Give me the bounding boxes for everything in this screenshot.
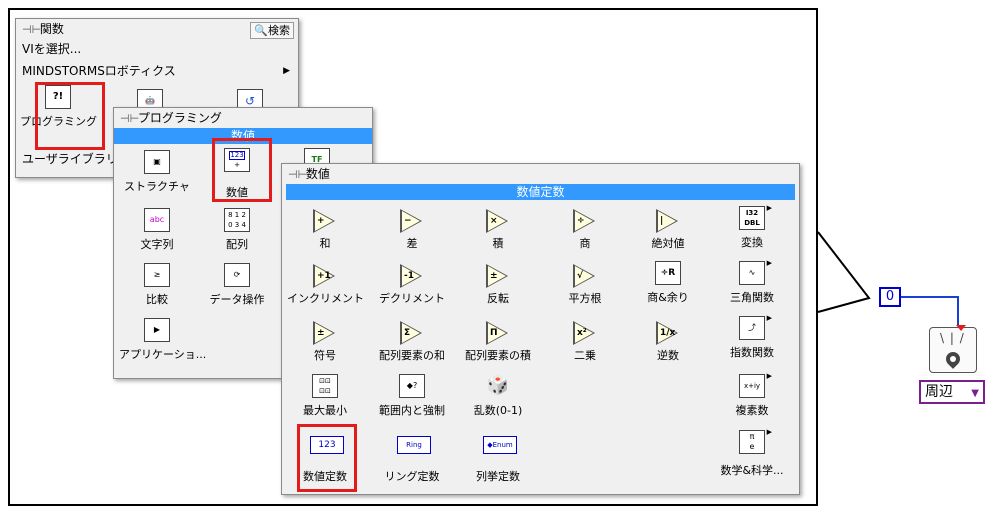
tile-decrement[interactable]: -1 デクリメント — [374, 264, 450, 306]
tile-data-manipulation[interactable]: ⟳ データ操作 — [199, 263, 275, 307]
square-icon: x² — [573, 321, 597, 345]
tile-application-control[interactable]: ▶ アプリケーショ... — [119, 318, 206, 362]
decrement-icon: -1 — [400, 264, 424, 288]
numeric-constant-node[interactable]: 0 — [879, 287, 901, 307]
ambient-light-sensor-block[interactable]: \ | / — [929, 327, 977, 373]
application-control-icon: ▶ — [142, 318, 172, 344]
tile-trigonometric[interactable]: ∿ ▶ 三角関数 — [714, 260, 790, 305]
tile-quotient-remainder[interactable]: ÷R 商&余り — [630, 261, 706, 305]
data-manipulation-icon: ⟳ — [222, 263, 252, 289]
tile-complex[interactable]: x+iy ▶ 複素数 — [714, 373, 790, 418]
array-icon: 8 1 20 3 4 — [222, 208, 252, 234]
quotient-remainder-icon: ÷R — [653, 261, 683, 287]
negate-icon: ± — [486, 264, 510, 288]
reciprocal-icon: 1/x — [656, 321, 680, 345]
exponential-icon: ⤴ ▶ — [737, 315, 772, 342]
mode-selector-dropdown[interactable]: 周辺 ▼ — [919, 380, 985, 404]
enum-constant-icon: ◆Enum — [483, 436, 517, 462]
max-min-icon: ⊡⊡ ⊡⊡ — [310, 374, 340, 400]
menu-item-mindstorms[interactable]: MINDSTORMSロボティクス ▶ — [16, 61, 298, 81]
sign-icon: ± — [313, 321, 337, 345]
ring-constant-icon: Ring — [397, 436, 431, 462]
selection-numeric — [212, 138, 272, 202]
tile-exponential[interactable]: ⤴ ▶ 指数関数 — [714, 315, 790, 360]
increment-icon: +1 — [313, 264, 337, 288]
search-button[interactable]: 🔍検索 — [250, 22, 294, 39]
tile-max-min[interactable]: ⊡⊡ ⊡⊡ 最大最小 — [287, 374, 363, 418]
tile-array[interactable]: 8 1 20 3 4 配列 — [199, 208, 275, 252]
tile-multiply[interactable]: × 積 — [460, 209, 536, 251]
tile-increment[interactable]: +1 インクリメント — [287, 264, 364, 306]
absolute-value-icon: | — [656, 209, 680, 233]
selection-numeric-constant — [297, 424, 357, 492]
tile-divide[interactable]: ÷ 商 — [547, 209, 623, 251]
tile-random-number[interactable]: 🎲 乱数(0-1) — [460, 374, 536, 418]
tile-math-science-constants[interactable]: π e ▶ 数学&科学... — [714, 429, 790, 478]
palette-header-numeric-constant: 数値定数 — [286, 184, 795, 200]
programming-palette-title[interactable]: ⊣⊢ プログラミング — [114, 108, 372, 128]
submenu-arrow-icon: ▶ — [283, 66, 290, 76]
tile-sign[interactable]: ± 符号 — [287, 321, 363, 363]
in-range-and-coerce-icon: ◆? — [397, 374, 427, 400]
tile-string[interactable]: abc 文字列 — [119, 208, 195, 252]
tile-square[interactable]: x² 二乗 — [547, 321, 623, 363]
tile-subtract[interactable]: − 差 — [374, 209, 450, 251]
chevron-down-icon: ▼ — [971, 388, 979, 399]
divide-icon: ÷ — [573, 209, 597, 233]
tile-reciprocal[interactable]: 1/x 逆数 — [630, 321, 706, 363]
input-terminal-icon — [956, 325, 966, 331]
structures-icon: ▣ — [142, 150, 172, 176]
pin-icon[interactable]: ⊣⊢ — [288, 165, 307, 185]
dice-icon: 🎲 — [486, 375, 510, 396]
tile-multiply-array-elements[interactable]: Π 配列要素の積 — [460, 321, 536, 363]
selection-programming — [35, 82, 105, 150]
tile-add[interactable]: + 和 — [287, 209, 363, 251]
pin-icon[interactable]: ⊣⊢ — [22, 20, 41, 40]
conversion-icon: I32 DBL ▶ — [737, 205, 772, 232]
tile-conversion[interactable]: I32 DBL ▶ 変換 — [714, 205, 790, 250]
complex-icon: x+iy ▶ — [737, 373, 772, 400]
numeric-palette-title[interactable]: ⊣⊢ 数値 — [282, 164, 799, 184]
multiply-icon: × — [486, 209, 510, 233]
tile-user-library[interactable]: ユーザライブラリ — [16, 149, 118, 169]
tile-add-array-elements[interactable]: Σ 配列要素の和 — [374, 321, 450, 363]
multiply-array-elements-icon: Π — [486, 321, 510, 345]
tile-structures[interactable]: ▣ ストラクチャ — [119, 150, 195, 194]
comparison-icon: ≥ — [142, 263, 172, 289]
menu-item-select-vi[interactable]: VIを選択... — [16, 39, 298, 59]
subtract-icon: − — [400, 209, 424, 233]
pin-icon[interactable]: ⊣⊢ — [120, 109, 139, 129]
tile-absolute-value[interactable]: | 絶対値 — [630, 209, 706, 251]
math-constants-icon: π e ▶ — [737, 429, 772, 456]
trigonometric-icon: ∿ ▶ — [737, 260, 772, 287]
search-icon: 🔍 — [254, 24, 268, 37]
add-array-elements-icon: Σ — [400, 321, 424, 345]
tile-ring-constant[interactable]: Ring リング定数 — [374, 432, 450, 484]
add-icon: + — [313, 209, 337, 233]
square-root-icon: √ — [573, 264, 597, 288]
string-icon: abc — [142, 208, 172, 234]
light-rays-icon: \ | / — [940, 331, 965, 345]
numeric-palette: ⊣⊢ 数値 数値定数 + 和 − 差 × 積 ÷ 商 | 絶対値 I32 DBL ▶ 変換 +1… — [281, 163, 800, 495]
tile-enum-constant[interactable]: ◆Enum 列挙定数 — [460, 432, 536, 484]
tile-comparison[interactable]: ≥ 比較 — [119, 263, 195, 307]
tile-in-range-and-coerce[interactable]: ◆? 範囲内と強制 — [374, 374, 450, 418]
tile-square-root[interactable]: √ 平方根 — [547, 264, 623, 306]
tile-negate[interactable]: ± 反転 — [460, 264, 536, 306]
